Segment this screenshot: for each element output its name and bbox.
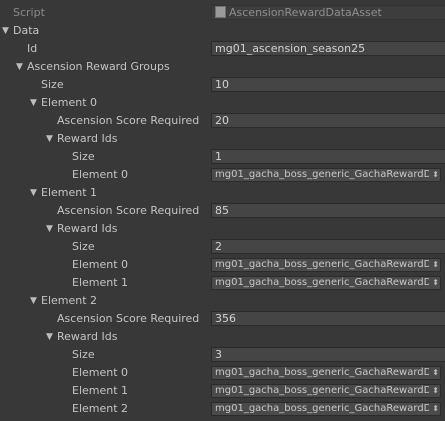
reward-object-value: mg01_gacha_boss_generic_GachaRewardDataA… bbox=[215, 385, 429, 396]
data-foldout[interactable]: ▼ Data bbox=[0, 22, 445, 40]
element-2-reward-0-row: Element 0 mg01_gacha_boss_generic_GachaR… bbox=[0, 364, 445, 382]
script-file-icon bbox=[215, 6, 226, 18]
foldout-arrow-icon[interactable]: ▼ bbox=[46, 130, 56, 148]
element-0-reward-size-field[interactable]: 1 bbox=[211, 149, 445, 164]
reward-item-label: Element 2 bbox=[72, 402, 129, 415]
element-1-reward-size-row: Size 2 bbox=[0, 238, 445, 256]
reward-object-value: mg01_gacha_boss_generic_GachaRewardDataA… bbox=[215, 169, 429, 180]
element-2-label: Element 2 bbox=[41, 294, 98, 307]
element-2-reward-ids-foldout[interactable]: ▼ Reward Ids bbox=[0, 328, 445, 346]
foldout-arrow-icon[interactable]: ▼ bbox=[16, 58, 26, 76]
reward-ids-label: Reward Ids bbox=[57, 222, 118, 235]
size-label: Size bbox=[72, 348, 95, 361]
reward-item-label: Element 1 bbox=[72, 384, 129, 397]
object-picker-icon[interactable]: ⬍ bbox=[432, 367, 439, 379]
script-value: AscensionRewardDataAsset bbox=[229, 6, 382, 19]
groups-size-row: Size 10 bbox=[0, 76, 445, 94]
reward-ids-label: Reward Ids bbox=[57, 330, 118, 343]
reward-object-field[interactable]: mg01_gacha_boss_generic_GachaRewardDataA… bbox=[211, 168, 441, 182]
id-label: Id bbox=[27, 42, 38, 55]
element-0-reward-0-row: Element 0 mg01_gacha_boss_generic_GachaR… bbox=[0, 166, 445, 184]
element-1-reward-ids-foldout[interactable]: ▼ Reward Ids bbox=[0, 220, 445, 238]
element-2-reward-1-row: Element 1 mg01_gacha_boss_generic_GachaR… bbox=[0, 382, 445, 400]
element-0-label: Element 0 bbox=[41, 96, 98, 109]
element-0-foldout[interactable]: ▼ Element 0 bbox=[0, 94, 445, 112]
reward-item-label: Element 0 bbox=[72, 258, 129, 271]
element-1-reward-1-row: Element 1 mg01_gacha_boss_generic_GachaR… bbox=[0, 274, 445, 292]
data-label: Data bbox=[13, 24, 40, 37]
element-2-score-row: Ascension Score Required 356 bbox=[0, 310, 445, 328]
object-picker-icon[interactable]: ⬍ bbox=[432, 403, 439, 415]
score-label: Ascension Score Required bbox=[57, 312, 200, 325]
size-label: Size bbox=[41, 78, 64, 91]
reward-object-value: mg01_gacha_boss_generic_GachaRewardDataA… bbox=[215, 367, 429, 378]
object-picker-icon[interactable]: ⬍ bbox=[432, 169, 439, 181]
reward-ids-label: Reward Ids bbox=[57, 132, 118, 145]
reward-object-value: mg01_gacha_boss_generic_GachaRewardDataA… bbox=[215, 277, 429, 288]
element-2-reward-2-row: Element 2 mg01_gacha_boss_generic_GachaR… bbox=[0, 400, 445, 418]
ascension-reward-groups-label: Ascension Reward Groups bbox=[27, 60, 170, 73]
reward-object-field[interactable]: mg01_gacha_boss_generic_GachaRewardDataA… bbox=[211, 276, 441, 290]
id-field[interactable]: mg01_ascension_season25 bbox=[211, 41, 445, 56]
reward-object-value: mg01_gacha_boss_generic_GachaRewardDataA… bbox=[215, 403, 429, 414]
element-1-score-row: Ascension Score Required 85 bbox=[0, 202, 445, 220]
element-2-foldout[interactable]: ▼ Element 2 bbox=[0, 292, 445, 310]
element-1-reward-0-row: Element 0 mg01_gacha_boss_generic_GachaR… bbox=[0, 256, 445, 274]
element-2-reward-size-field[interactable]: 3 bbox=[211, 347, 445, 362]
foldout-arrow-icon[interactable]: ▼ bbox=[2, 22, 12, 40]
reward-object-value: mg01_gacha_boss_generic_GachaRewardDataA… bbox=[215, 259, 429, 270]
score-label: Ascension Score Required bbox=[57, 204, 200, 217]
reward-item-label: Element 0 bbox=[72, 366, 129, 379]
id-row: Id mg01_ascension_season25 bbox=[0, 40, 445, 58]
script-row: Script AscensionRewardDataAsset bbox=[0, 4, 445, 22]
score-label: Ascension Score Required bbox=[57, 114, 200, 127]
size-label: Size bbox=[72, 150, 95, 163]
element-1-reward-size-field[interactable]: 2 bbox=[211, 239, 445, 254]
element-0-score-field[interactable]: 20 bbox=[211, 113, 445, 128]
element-0-reward-size-row: Size 1 bbox=[0, 148, 445, 166]
element-0-score-row: Ascension Score Required 20 bbox=[0, 112, 445, 130]
element-2-reward-size-row: Size 3 bbox=[0, 346, 445, 364]
foldout-arrow-icon[interactable]: ▼ bbox=[46, 328, 56, 346]
element-2-score-field[interactable]: 356 bbox=[211, 311, 445, 326]
foldout-arrow-icon[interactable]: ▼ bbox=[46, 220, 56, 238]
foldout-arrow-icon[interactable]: ▼ bbox=[30, 292, 40, 310]
script-label: Script bbox=[13, 6, 45, 19]
object-picker-icon[interactable]: ⬍ bbox=[432, 385, 439, 397]
reward-object-field[interactable]: mg01_gacha_boss_generic_GachaRewardDataA… bbox=[211, 258, 441, 272]
element-0-reward-ids-foldout[interactable]: ▼ Reward Ids bbox=[0, 130, 445, 148]
size-label: Size bbox=[72, 240, 95, 253]
reward-object-field[interactable]: mg01_gacha_boss_generic_GachaRewardDataA… bbox=[211, 384, 441, 398]
reward-object-field[interactable]: mg01_gacha_boss_generic_GachaRewardDataA… bbox=[211, 366, 441, 380]
reward-object-field[interactable]: mg01_gacha_boss_generic_GachaRewardDataA… bbox=[211, 402, 441, 416]
reward-item-label: Element 0 bbox=[72, 168, 129, 181]
foldout-arrow-icon[interactable]: ▼ bbox=[30, 94, 40, 112]
object-picker-icon[interactable]: ⬍ bbox=[432, 259, 439, 271]
object-picker-icon[interactable]: ⬍ bbox=[432, 277, 439, 289]
element-1-score-field[interactable]: 85 bbox=[211, 203, 445, 218]
element-1-foldout[interactable]: ▼ Element 1 bbox=[0, 184, 445, 202]
element-1-label: Element 1 bbox=[41, 186, 98, 199]
script-field: AscensionRewardDataAsset bbox=[211, 5, 445, 20]
groups-size-field[interactable]: 10 bbox=[211, 77, 445, 92]
reward-item-label: Element 1 bbox=[72, 276, 129, 289]
ascension-reward-groups-foldout[interactable]: ▼ Ascension Reward Groups bbox=[0, 58, 445, 76]
foldout-arrow-icon[interactable]: ▼ bbox=[30, 184, 40, 202]
